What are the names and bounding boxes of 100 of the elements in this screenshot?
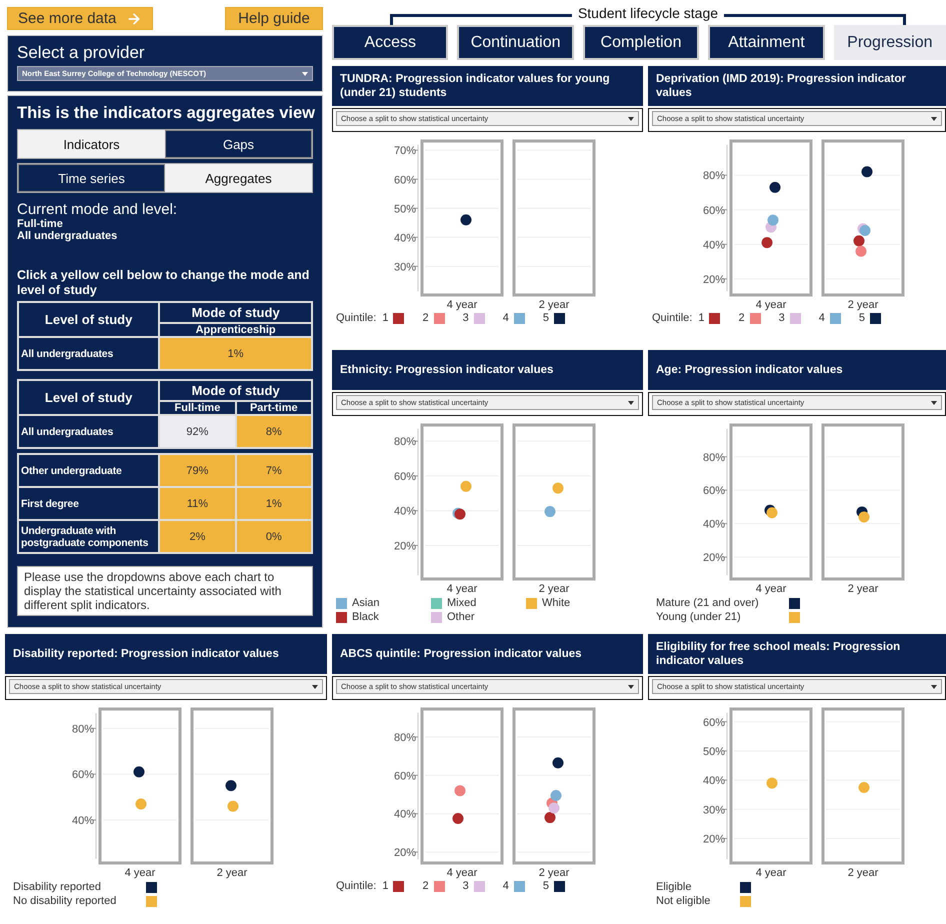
axis-tick-label: 60% [702,716,725,729]
axis-tick-label: 60% [702,204,725,217]
axis-tick-label: 60% [72,769,94,782]
caret-icon [931,684,937,688]
data-point [768,214,778,226]
caret-icon [628,684,634,688]
data-point [856,246,866,257]
table-cell[interactable]: 11% [159,487,236,520]
chart-title: ABCS quintile: Progression indicator values [332,634,643,674]
legend-label: Young (under 21) [656,610,742,624]
legend-label: 4 [818,312,825,324]
table-cell[interactable]: 1% [159,337,312,370]
view-toggle[interactable]: Indicators [18,130,165,158]
legend-label: Asian [352,597,380,609]
axis-tick-label: 20% [702,274,725,286]
legend-label: 1 [698,312,704,324]
category-label: 4 year [446,299,477,311]
table-cell[interactable]: 2% [159,520,236,553]
table-cell[interactable]: 0% [236,520,312,553]
category-label: 2 year [538,299,569,311]
caret-icon [931,116,937,120]
data-point [552,482,563,494]
data-point [858,511,870,522]
table-cell[interactable]: 92% [159,415,236,448]
caret-icon [931,400,937,404]
table-cell: Other undergraduate [18,454,160,487]
data-point [550,790,561,801]
legend-label: White [542,597,570,609]
table-header: Level of study [18,302,160,337]
legend-label: Not eligible [656,894,710,908]
category-label: 2 year [848,867,878,879]
note-text: Please use the dropdowns above each chart to display the statistical uncertainty associated with different split indicators. [17,566,313,616]
legend-label: Eligible [656,880,692,894]
data-point [862,166,872,178]
data-point [460,214,471,226]
axis-tick-label: 30% [393,261,416,274]
mode-text: All undergraduates [17,230,118,242]
view-toggle[interactable]: Gaps [165,130,312,158]
caret-icon [628,116,634,120]
data-point [460,480,471,492]
axis-tick-label: 20% [702,834,725,846]
axis-tick-label: 80% [72,723,94,736]
chart-title: Age: Progression indicator values [648,350,946,390]
data-point [136,798,146,810]
table-cell: All undergraduates [18,337,160,370]
legend-label: 3 [778,312,785,324]
axis-tick-label: 40% [393,506,416,518]
axis-tick-label: 80% [393,436,416,448]
legend-label: 2 [422,312,429,324]
data-point [544,812,555,824]
table-cell[interactable]: 8% [236,415,312,448]
table-header: Full-time [159,401,236,415]
legend-label: No disability reported [13,894,116,908]
category-label: 4 year [124,867,156,879]
help-button[interactable]: Help guide [225,7,323,30]
category-label: 2 year [848,299,878,311]
axis-tick-label: 60% [702,485,725,498]
table-header: Mode of study [159,380,312,401]
axis-tick-label: 40% [702,775,725,788]
data-point [548,802,559,814]
legend-label: 2 [422,880,429,892]
data-point [766,507,778,518]
stage-tab[interactable]: Attainment [708,25,825,60]
table-cell[interactable]: 79% [159,454,236,487]
category-label: 4 year [756,867,786,879]
chart-title: Ethnicity: Progression indicator values [332,350,643,390]
caret-icon [312,684,318,688]
table-cell: All undergraduates [18,415,160,448]
stage-tab[interactable]: Progression [834,25,946,60]
axis-tick-label: 40% [702,239,725,252]
table-cell[interactable]: 1% [236,487,312,520]
table-header: Part-time [236,401,312,415]
axis-tick-label: 40% [702,518,725,531]
category-label: 4 year [756,583,786,595]
table-header: Apprenticeship [159,323,312,337]
legend-label: 4 [502,312,509,324]
data-point [762,237,772,248]
legend-label: Mixed [447,597,476,609]
chart-title: Deprivation (IMD 2019): Progression indicator values [648,66,946,106]
chart-title: Disability reported: Progression indicator values [5,634,327,674]
view-toggle[interactable]: Aggregates [165,164,312,192]
axis-tick-label: 50% [702,746,725,758]
table-header: Level of study [18,380,160,415]
view-toggle[interactable]: Time series [18,164,165,192]
stage-tab[interactable]: Continuation [457,25,574,60]
category-label: 4 year [446,867,477,879]
stage-label: Student lifecycle stage [572,5,724,21]
legend-label: 3 [462,312,469,324]
table-cell[interactable]: 7% [236,454,312,487]
legend-label: Black [352,611,379,623]
see-more-button[interactable]: See more data [7,7,154,30]
stage-tab[interactable]: Completion [582,25,700,60]
stage-tab[interactable]: Access [332,25,448,60]
data-point [854,235,864,246]
chart-title: TUNDRA: Progression indicator values for young (under 21) students [332,66,643,106]
category-label: 4 year [756,299,786,311]
legend-label: 5 [542,880,549,892]
chart-title: Eligibility for free school meals: Progression indicator values [648,634,946,674]
data-point [770,182,780,193]
legend-label: 2 [738,312,745,324]
